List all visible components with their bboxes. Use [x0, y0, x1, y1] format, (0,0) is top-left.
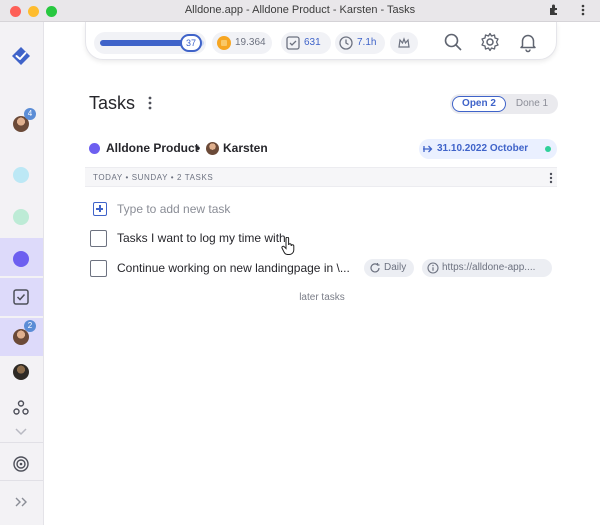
project-name[interactable]: Alldone Product [106, 141, 199, 155]
puzzle-icon[interactable] [548, 3, 562, 17]
tab-open[interactable]: Open 2 [452, 96, 506, 112]
more-vertical-icon[interactable] [578, 3, 588, 17]
sidebar: 4 2 [0, 22, 44, 525]
date-text: 31.10.2022 October [437, 143, 529, 154]
later-tasks-link[interactable]: later tasks [44, 292, 600, 303]
status-dot [545, 146, 551, 152]
user-avatar [206, 142, 219, 155]
section-label: TODAY • SUNDAY • 2 TASKS [93, 173, 214, 182]
sidebar-item-tasks[interactable] [0, 278, 43, 316]
repeat-icon [370, 263, 380, 273]
network-icon[interactable] [12, 399, 30, 417]
tasks-checkbox-icon [13, 289, 29, 305]
sidebar-divider [0, 480, 43, 481]
add-task-icon[interactable] [93, 202, 107, 216]
link-label: https://alldone-app.... [442, 262, 536, 273]
title-bar: Alldone.app - Alldone Product - Karsten … [0, 0, 600, 22]
chevron-down-icon[interactable] [12, 426, 30, 438]
tab-done[interactable]: Done 1 [506, 96, 558, 112]
app-window: Alldone.app - Alldone Product - Karsten … [0, 0, 600, 525]
project-color-dot [89, 143, 100, 154]
section-header: TODAY • SUNDAY • 2 TASKS [85, 167, 557, 187]
sidebar-item-karsten[interactable]: 2 [0, 318, 43, 356]
sidebar-contact-avatar[interactable] [13, 364, 29, 380]
window-title: Alldone.app - Alldone Product - Karsten … [184, 4, 416, 16]
karsten-badge: 2 [24, 320, 36, 332]
target-icon[interactable] [12, 455, 30, 473]
title-more-icon[interactable] [146, 95, 154, 111]
project-header: Alldone Product • Karsten 31.10.2022 Oct… [89, 138, 557, 160]
add-task-row [93, 200, 557, 222]
sidebar-divider [0, 442, 43, 443]
task-checkbox[interactable] [90, 230, 107, 247]
task-row[interactable]: Tasks I want to log my time with [90, 226, 557, 254]
open-done-toggle: Open 2 Done 1 [450, 94, 558, 114]
expand-sidebar-icon[interactable] [12, 493, 30, 511]
sidebar-project-mint[interactable] [13, 209, 29, 225]
sidebar-project-light-blue[interactable] [13, 167, 29, 183]
task-title[interactable]: Continue working on new landingpage in \… [117, 261, 350, 275]
project-separator: • [196, 141, 201, 155]
main-content: Tasks Open 2 Done 1 Alldone Product • Ka… [44, 22, 600, 525]
notification-badge: 4 [24, 108, 36, 120]
info-icon [427, 262, 439, 274]
task-checkbox[interactable] [90, 260, 107, 277]
alldone-logo-icon[interactable] [11, 46, 31, 66]
sidebar-item-alldone-product[interactable] [0, 238, 43, 276]
page-title: Tasks [89, 93, 136, 113]
add-task-input[interactable] [117, 202, 537, 216]
move-arrow-icon [423, 145, 433, 153]
date-pill[interactable]: 31.10.2022 October [419, 139, 557, 159]
task-title[interactable]: Tasks I want to log my time with [117, 231, 286, 245]
project-dot [13, 251, 29, 267]
hand-cursor-icon [281, 237, 295, 255]
user-name[interactable]: Karsten [223, 141, 268, 155]
recurrence-tag[interactable]: Daily [364, 259, 414, 277]
recurrence-label: Daily [384, 262, 407, 273]
task-row[interactable]: Continue working on new landingpage in \… [90, 256, 557, 284]
link-tag[interactable]: https://alldone-app.... [422, 259, 552, 277]
section-more-icon[interactable] [548, 171, 554, 185]
